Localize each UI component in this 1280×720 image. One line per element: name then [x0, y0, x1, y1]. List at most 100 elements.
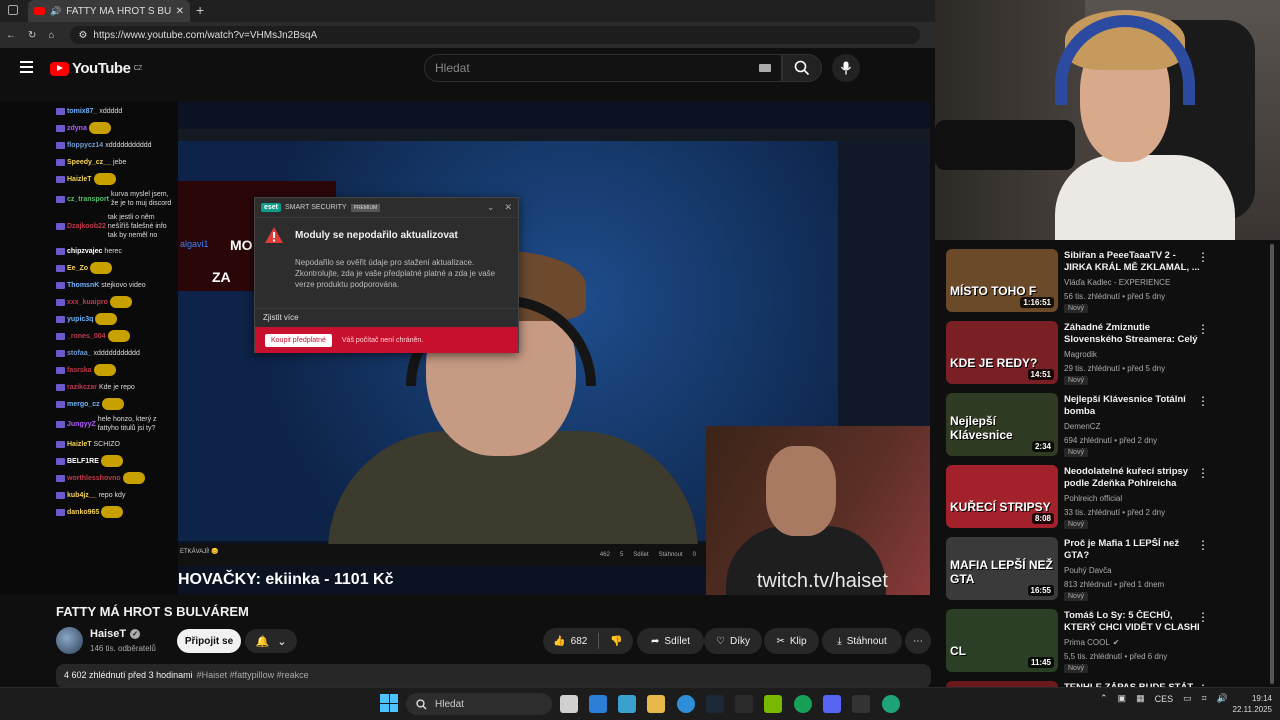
channel-name-row[interactable]: HaiseT ✓	[90, 628, 141, 640]
description-box[interactable]: 4 602 zhlédnutí před 3 hodinami #Haiset …	[56, 664, 931, 688]
related-title[interactable]: Záhadné Zmiznutie Slovenského Streamera:…	[1064, 322, 1204, 346]
chat-username[interactable]: HaizleT	[67, 175, 92, 184]
eset-tray-icon[interactable]	[882, 695, 900, 713]
video-thumbnail[interactable]: Nejlepší Klávesnice 2:34	[946, 393, 1058, 456]
discord-icon[interactable]	[823, 695, 841, 713]
chat-username[interactable]: JungyyZ	[67, 420, 96, 429]
taskbar-search[interactable]: Hledat	[406, 693, 552, 715]
join-button[interactable]: Připojit se	[177, 629, 241, 653]
store-icon[interactable]	[589, 695, 607, 713]
chat-username[interactable]: razikczar	[67, 383, 97, 392]
close-tab-icon[interactable]: ✕	[176, 6, 184, 17]
download-button[interactable]: ⤓ Stáhnout	[822, 628, 902, 654]
related-video[interactable]: TENHLE ZÁPAS BUDE STÁT ZA ...⋮	[946, 672, 1271, 687]
menu-icon[interactable]	[20, 61, 33, 73]
thumbs-down-icon[interactable]: 👎	[610, 636, 622, 647]
steam-icon[interactable]	[706, 695, 724, 713]
related-channel-row[interactable]: DemenCZ	[1064, 422, 1100, 431]
chat-username[interactable]: zdyna	[67, 124, 87, 133]
nvidia-icon[interactable]	[764, 695, 782, 713]
kebab-menu-icon[interactable]: ⋮	[1197, 250, 1209, 264]
chat-username[interactable]: tomix87_	[67, 107, 97, 116]
video-thumbnail[interactable]: KUŘECÍ STRIPSY 8:08	[946, 465, 1058, 528]
chevron-down-icon[interactable]: ⌄	[487, 202, 495, 213]
chat-username[interactable]: ThomsnK	[67, 281, 99, 290]
chat-username[interactable]: Ee_Zo	[67, 264, 88, 273]
edge-icon[interactable]	[677, 695, 695, 713]
tray-app-icon-2[interactable]: ▦	[1136, 693, 1145, 704]
xbox-icon[interactable]	[794, 695, 812, 713]
site-info-icon[interactable]: ⚙	[78, 30, 87, 41]
related-video[interactable]: KDE JE REDY? 14:51 Záhadné Zmiznutie Slove…	[946, 312, 1271, 385]
chat-username[interactable]: stofaa_	[67, 349, 92, 358]
clock[interactable]: 19:14 22.11.2025	[1222, 693, 1272, 715]
close-icon[interactable]: ✕	[504, 202, 512, 213]
reload-icon[interactable]: ↻	[28, 30, 36, 41]
new-tab-button[interactable]: +	[196, 2, 204, 18]
related-channel-row[interactable]: Pouhý Davča	[1064, 566, 1112, 575]
related-video[interactable]: MÍSTO TOHO F 1:16:51 Sibiřan a PeeeTaaaTV …	[946, 240, 1271, 313]
kebab-menu-icon[interactable]: ⋮	[1197, 610, 1209, 624]
channel-name[interactable]: HaiseT	[90, 628, 126, 640]
share-button[interactable]: ➦ Sdílet	[637, 628, 704, 654]
chat-username[interactable]: yupic3q	[67, 315, 93, 324]
chevron-up-icon[interactable]: ⌃	[1100, 693, 1108, 704]
file-explorer-icon[interactable]	[647, 695, 665, 713]
chat-username[interactable]: xxx_kuaipro	[67, 298, 108, 307]
app-icon[interactable]	[735, 695, 753, 713]
more-actions-button[interactable]: ⋯	[905, 628, 931, 654]
youtube-logo[interactable]: YouTube CZ	[50, 60, 142, 77]
clip-button[interactable]: ✂ Klip	[764, 628, 819, 654]
related-title[interactable]: Tomáš Lo Sy: 5 ČECHŮ, KTERÝ CHCI VIDĚT V…	[1064, 610, 1204, 634]
related-channel-row[interactable]: Pohlreich official	[1064, 494, 1122, 503]
kebab-menu-icon[interactable]: ⋮	[1197, 466, 1209, 480]
tab-actions-icon[interactable]	[8, 5, 18, 15]
chat-username[interactable]: Dzajkoob22	[67, 222, 106, 231]
search-button[interactable]	[782, 54, 822, 82]
browser-tab[interactable]: 🔊 FATTY MÁ HROT S BULVÁREM ✕	[28, 0, 190, 22]
epic-games-icon[interactable]	[852, 695, 870, 713]
chat-username[interactable]: Speedy_cz__	[67, 158, 111, 167]
related-video[interactable]: CL 11:45 Tomáš Lo Sy: 5 ČECHŮ, KTERÝ CHCI …	[946, 600, 1271, 673]
chat-username[interactable]: _rones_004	[67, 332, 106, 341]
back-icon[interactable]: ←	[6, 30, 16, 41]
chat-username[interactable]: chipzvajec	[67, 247, 102, 256]
chat-username[interactable]: BELF1RE	[67, 457, 99, 466]
related-channel-row[interactable]: Vláďa Kadlec - EXPERIENCE	[1064, 278, 1170, 287]
kebab-menu-icon[interactable]: ⋮	[1197, 322, 1209, 336]
notifications-button[interactable]: 🔔 ⌄	[245, 629, 297, 653]
related-video[interactable]: Nejlepší Klávesnice 2:34 Nejlepší Klávesni…	[946, 384, 1271, 457]
thanks-button[interactable]: ♡ Díky	[704, 628, 762, 654]
video-thumbnail[interactable]: CL 11:45	[946, 609, 1058, 672]
related-video[interactable]: KUŘECÍ STRIPSY 8:08 Neodolatelné kuřecí st…	[946, 456, 1271, 529]
related-title[interactable]: Proč je Mafia 1 LEPŠÍ než GTA?	[1064, 538, 1204, 562]
channel-avatar[interactable]	[56, 627, 83, 654]
url-field[interactable]: ⚙ https://www.youtube.com/watch?v=VHMsJn…	[70, 26, 921, 44]
keyboard-icon[interactable]	[759, 64, 771, 72]
search-input[interactable]: Hledat	[424, 54, 782, 82]
chat-username[interactable]: mergo_cz	[67, 400, 100, 409]
video-thumbnail[interactable]: KDE JE REDY? 14:51	[946, 321, 1058, 384]
chat-username[interactable]: danko965	[67, 508, 99, 517]
scrollbar[interactable]	[1268, 240, 1276, 687]
voice-search-button[interactable]	[832, 54, 860, 82]
hashtags[interactable]: #Haiset #fattypillow #reakce	[197, 670, 309, 682]
learn-more-link[interactable]: Zjistit více	[255, 308, 518, 326]
related-video[interactable]: MAFIA LEPŠÍ NEŽ GTA 16:55 Proč je Mafia 1 …	[946, 528, 1271, 601]
video-thumbnail[interactable]: MAFIA LEPŠÍ NEŽ GTA 16:55	[946, 537, 1058, 600]
like-button[interactable]: 👍 682	[553, 636, 587, 647]
speaker-icon[interactable]: 🔊	[50, 6, 61, 17]
video-thumbnail[interactable]: MÍSTO TOHO F 1:16:51	[946, 249, 1058, 312]
kebab-menu-icon[interactable]: ⋮	[1197, 538, 1209, 552]
home-icon[interactable]: ⌂	[48, 30, 54, 41]
chat-username[interactable]: HaizleT	[67, 440, 92, 449]
task-view-icon[interactable]	[560, 695, 578, 713]
related-channel-row[interactable]: Prima COOL ✔	[1064, 638, 1120, 647]
related-title[interactable]: Nejlepší Klávesnice Totální bomba	[1064, 394, 1204, 418]
related-title[interactable]: Sibiřan a PeeeTaaaTV 2 - JIRKA KRÁL MĚ Z…	[1064, 250, 1204, 274]
chat-username[interactable]: cz_transport	[67, 195, 109, 204]
chat-username[interactable]: fasrska	[67, 366, 92, 375]
tray-app-icon[interactable]: ▣	[1118, 693, 1127, 704]
network-icon[interactable]: ⌗	[1202, 693, 1207, 704]
photos-icon[interactable]	[618, 695, 636, 713]
